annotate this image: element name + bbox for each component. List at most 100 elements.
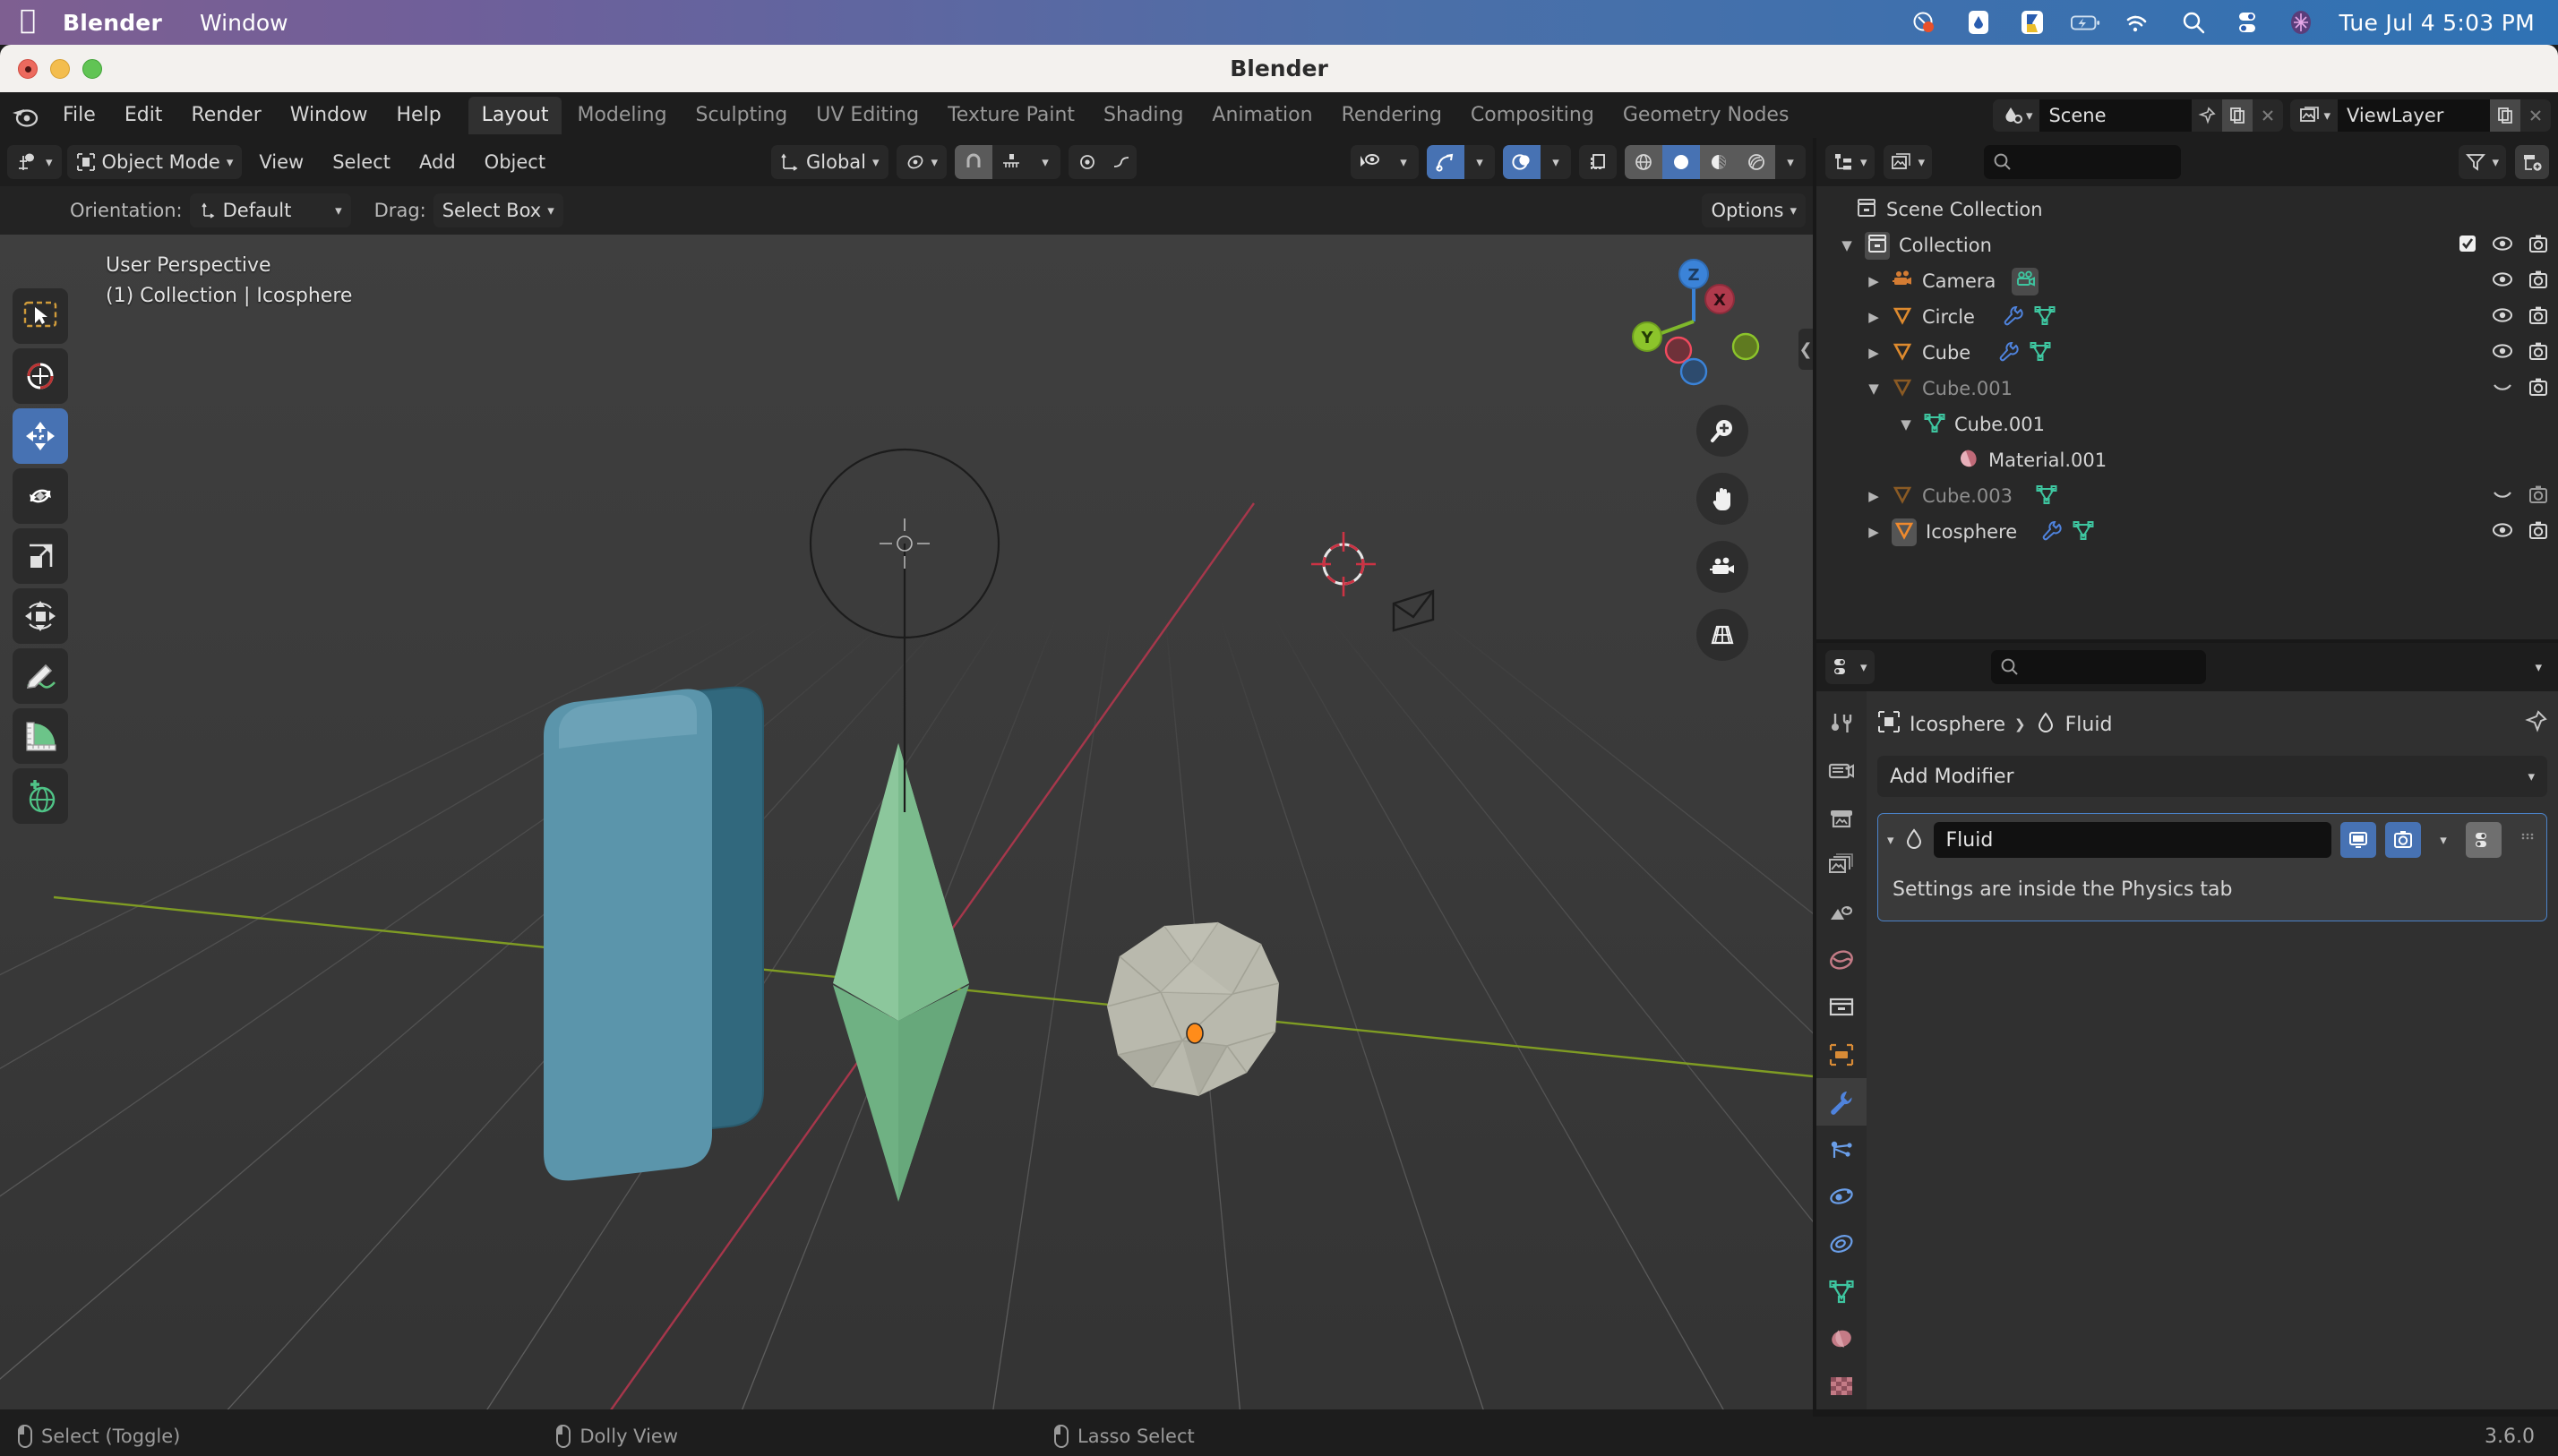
modifier-wrench-icon[interactable] [2040, 519, 2062, 545]
display-in-viewport-toggle[interactable] [2340, 822, 2376, 858]
eye-icon[interactable] [2492, 270, 2513, 294]
properties-tab-object[interactable] [1816, 1032, 1867, 1079]
disclosure-triangle[interactable]: ▶ [1865, 309, 1883, 325]
properties-tab-collection[interactable] [1816, 984, 1867, 1032]
navigation-gizmo[interactable]: Z X Y [1627, 254, 1761, 389]
disclosure-triangle[interactable]: ▶ [1865, 524, 1883, 540]
remove-scene-icon[interactable] [2253, 99, 2283, 132]
menu-render[interactable]: Render [176, 98, 275, 132]
water-drop-icon[interactable] [1963, 7, 1994, 38]
material-preview-shading-icon[interactable] [1699, 145, 1738, 179]
flag-icon[interactable] [2017, 7, 2047, 38]
snap-magnet-icon[interactable] [955, 145, 993, 179]
menu-edit[interactable]: Edit [110, 98, 177, 132]
tool-transform[interactable] [13, 588, 68, 644]
modifier-wrench-icon[interactable] [2002, 304, 2023, 330]
snapping-group[interactable]: ▾ [955, 145, 1061, 179]
tool-orientation-selector[interactable]: Default ▾ [189, 193, 351, 227]
mesh-data-icon[interactable] [2034, 304, 2056, 330]
outliner-row-icosphere[interactable]: ▶ Icosphere [1816, 514, 2558, 550]
outliner-tree[interactable]: Scene Collection ▼ Collection ▶ Camera ▶… [1816, 186, 2558, 639]
visibility-group[interactable]: ▾ [1350, 145, 1419, 179]
workspace-tab-rendering[interactable]: Rendering [1328, 97, 1455, 134]
properties-editor-type-selector[interactable]: ▾ [1825, 650, 1875, 684]
camera-icon[interactable] [2528, 484, 2549, 509]
viewlayer-name-field[interactable]: ViewLayer [2338, 98, 2490, 132]
menu-help[interactable]: Help [382, 98, 456, 132]
viewport-menu-add[interactable]: Add [408, 146, 468, 178]
properties-header-dropdown[interactable]: ▾ [2535, 659, 2549, 675]
eye-closed-icon[interactable] [2492, 377, 2513, 401]
pan-hand-icon[interactable] [1696, 473, 1748, 525]
workspace-tab-animation[interactable]: Animation [1198, 97, 1326, 134]
snap-increment-icon[interactable] [992, 145, 1030, 179]
menu-file[interactable]: File [48, 98, 110, 132]
modifier-wrench-icon[interactable] [1997, 340, 2019, 366]
outliner-row-cube[interactable]: ▶ Cube [1816, 335, 2558, 371]
modifier-extras-dropdown[interactable]: ▾ [2430, 832, 2457, 848]
editor-type-selector[interactable]: ▾ [7, 145, 62, 179]
camera-icon[interactable] [2528, 270, 2549, 294]
properties-tab-render[interactable] [1816, 748, 1867, 795]
mesh-data-icon[interactable] [2030, 340, 2051, 366]
proportional-edit-icon[interactable] [1069, 145, 1106, 179]
outliner-row-camera[interactable]: ▶ Camera [1816, 263, 2558, 299]
outliner-row-cube-001[interactable]: ▼ Cube.001 [1816, 371, 2558, 407]
outliner-row-cube-003[interactable]: ▶ Cube.003 [1816, 478, 2558, 514]
properties-tab-scene[interactable] [1816, 889, 1867, 937]
properties-tab-tool[interactable] [1816, 700, 1867, 748]
scene-datablock[interactable]: ▾ Scene [1992, 98, 2284, 132]
viewport-canvas[interactable]: User Perspective (1) Collection | Icosph… [0, 235, 1813, 1456]
maximize-window-button[interactable] [82, 58, 102, 79]
toggle-xray-icon[interactable] [1579, 145, 1617, 179]
outliner-row-circle[interactable]: ▶ Circle [1816, 299, 2558, 335]
disclosure-triangle[interactable]: ▶ [1865, 273, 1883, 289]
object-mode-selector[interactable]: Object Mode ▾ [66, 145, 243, 179]
outliner-row-collection[interactable]: ▼ Collection [1816, 227, 2558, 263]
tool-annotate[interactable] [13, 648, 68, 704]
properties-tab-modifier[interactable] [1816, 1078, 1867, 1126]
modifier-name-field[interactable]: Fluid [1933, 822, 2331, 858]
camera-icon[interactable] [2528, 377, 2549, 401]
camera-icon[interactable] [2528, 234, 2549, 258]
disclosure-triangle[interactable]: ▶ [1865, 345, 1883, 361]
toggle-perspective-icon[interactable] [1696, 609, 1748, 661]
overlays-group[interactable]: ▾ [1502, 145, 1571, 179]
camera-icon[interactable] [2528, 341, 2549, 365]
outliner-display-mode-selector[interactable]: ▾ [1883, 145, 1933, 179]
disclosure-triangle[interactable]: ▼ [1838, 237, 1856, 253]
outliner-new-collection-button[interactable] [2515, 145, 2549, 179]
tool-cursor[interactable] [13, 348, 68, 404]
active-app-name[interactable]: Blender [63, 10, 162, 36]
properties-search-input[interactable] [1990, 650, 2206, 684]
transform-orientation-selector[interactable]: Global ▾ [771, 145, 888, 179]
view-layer-icon[interactable]: ▾ [2290, 98, 2338, 132]
eye-icon[interactable] [2492, 305, 2513, 330]
tool-rotate[interactable] [13, 468, 68, 524]
battery-charging-icon[interactable] [2070, 7, 2101, 38]
xray-group[interactable] [1578, 145, 1617, 179]
properties-tab-output[interactable] [1816, 795, 1867, 843]
properties-tab-particles[interactable] [1816, 1126, 1867, 1173]
outliner-search-input[interactable] [1984, 145, 2182, 179]
viewport-options-button[interactable]: Options ▾ [1702, 193, 1806, 227]
pin-scene-icon[interactable] [2192, 99, 2222, 132]
tool-scale[interactable] [13, 528, 68, 584]
viewport-menu-object[interactable]: Object [473, 146, 557, 178]
gizmos-group[interactable]: ▾ [1426, 145, 1495, 179]
falloff-dropdown-icon[interactable] [1106, 145, 1137, 179]
properties-tab-view-layer[interactable] [1816, 842, 1867, 889]
shading-dropdown[interactable]: ▾ [1775, 145, 1806, 179]
camera-icon[interactable] [2528, 520, 2549, 544]
wifi-icon[interactable] [2125, 7, 2155, 38]
shading-modes-group[interactable]: ▾ [1624, 145, 1806, 179]
close-window-button[interactable] [18, 58, 38, 79]
render-toggle[interactable] [2385, 822, 2421, 858]
rendered-shading-icon[interactable] [1737, 145, 1775, 179]
visibility-dropdown[interactable]: ▾ [1388, 145, 1419, 179]
minimize-window-button[interactable] [50, 58, 70, 79]
tool-measure[interactable] [13, 708, 68, 764]
new-scene-icon[interactable] [2222, 98, 2253, 132]
add-modifier-button[interactable]: Add Modifier ▾ [1877, 756, 2547, 797]
mesh-data-icon[interactable] [2036, 484, 2057, 510]
